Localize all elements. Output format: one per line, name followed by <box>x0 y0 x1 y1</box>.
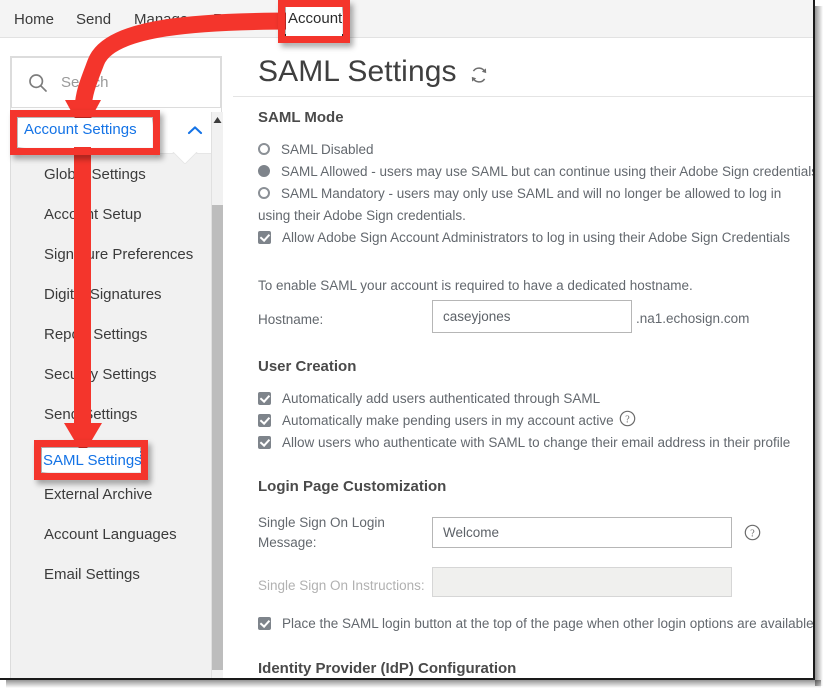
sso-message-input[interactable] <box>432 517 732 548</box>
checkbox-row-allow-admins[interactable]: Allow Adobe Sign Account Administrators … <box>258 229 790 247</box>
frame-shadow-right <box>815 6 823 686</box>
search-icon <box>28 73 48 93</box>
hostname-label: Hostname: <box>258 311 323 329</box>
checkbox-row-auto-activate-pending[interactable]: Automatically make pending users in my a… <box>258 412 614 430</box>
checkbox-label-place-saml-button: Place the SAML login button at the top o… <box>282 615 813 633</box>
nav-item-home[interactable]: Home <box>14 10 54 29</box>
checkbox-auto-add-users[interactable] <box>258 392 271 405</box>
sidebar-menu: Global Settings Account Setup Signature … <box>11 155 211 595</box>
radio-row-saml-mandatory[interactable]: SAML Mandatory - users may only use SAML… <box>258 185 781 203</box>
section-heading-idp-configuration: Identity Provider (IdP) Configuration <box>258 660 516 677</box>
sidebar-group-account-settings[interactable]: Account Settings <box>11 108 221 154</box>
sidebar-item-send-settings[interactable]: Send Settings <box>11 395 211 435</box>
sidebar-item-digital-signatures[interactable]: Digital Signatures <box>11 275 211 315</box>
section-heading-login-customization: Login Page Customization <box>258 478 446 495</box>
radio-row-saml-allowed[interactable]: SAML Allowed - users may use SAML but ca… <box>258 163 813 181</box>
radio-row-saml-disabled[interactable]: SAML Disabled <box>258 141 374 159</box>
browser-content-frame: Home Send Manage Reports Account Search … <box>0 0 815 680</box>
top-navigation-bar: Home Send Manage Reports Account <box>0 0 813 38</box>
checkbox-label-allow-admins: Allow Adobe Sign Account Administrators … <box>282 229 790 247</box>
frame-shadow-bottom <box>6 680 821 688</box>
checkbox-label-allow-email-change: Allow users who authenticate with SAML t… <box>282 434 790 452</box>
page-title: SAML Settings <box>258 55 457 89</box>
search-input-placeholder[interactable]: Search <box>61 74 109 91</box>
sidebar-item-account-languages[interactable]: Account Languages <box>11 515 211 555</box>
radio-label-saml-mandatory-wrap: using their Adobe Sign credentials. <box>258 207 466 225</box>
sidebar-item-account-setup[interactable]: Account Setup <box>11 195 211 235</box>
radio-saml-allowed[interactable] <box>258 165 270 177</box>
sidebar-item-email-settings[interactable]: Email Settings <box>11 555 211 595</box>
sidebar-item-report-settings[interactable]: Report Settings <box>11 315 211 355</box>
sidebar-item-external-archive[interactable]: External Archive <box>11 475 211 515</box>
radio-saml-disabled[interactable] <box>258 143 270 155</box>
checkbox-label-auto-activate-pending: Automatically make pending users in my a… <box>282 412 614 430</box>
page-title-row: SAML Settings <box>258 55 489 89</box>
nav-item-send[interactable]: Send <box>76 10 111 29</box>
checkbox-auto-activate-pending[interactable] <box>258 414 271 427</box>
sso-instructions-input <box>432 567 732 597</box>
nav-item-reports[interactable]: Reports <box>213 10 266 29</box>
checkbox-row-place-saml-button[interactable]: Place the SAML login button at the top o… <box>258 615 813 633</box>
checkbox-row-auto-add-users[interactable]: Automatically add users authenticated th… <box>258 390 600 408</box>
sso-message-label-line2: Message: <box>258 534 317 552</box>
help-icon-auto-activate-pending[interactable]: ? <box>619 410 636 427</box>
refresh-icon[interactable] <box>469 65 489 85</box>
sso-message-label-line1: Single Sign On Login <box>258 514 385 532</box>
hostname-suffix: .na1.echosign.com <box>636 311 749 326</box>
checkbox-row-allow-email-change[interactable]: Allow users who authenticate with SAML t… <box>258 434 790 452</box>
nav-item-account[interactable]: Account <box>288 10 342 29</box>
scroll-up-arrow-icon[interactable] <box>212 113 223 127</box>
help-icon-sso-message[interactable]: ? <box>744 524 761 541</box>
svg-text:?: ? <box>750 528 755 539</box>
svg-text:?: ? <box>625 414 630 425</box>
sidebar-scrollbar-thumb[interactable] <box>212 205 223 670</box>
radio-label-saml-allowed: SAML Allowed - users may use SAML but ca… <box>281 163 813 181</box>
main-content-pane: SAML Settings SAML Mode SAML Disabled <box>233 39 813 680</box>
checkbox-label-auto-add-users: Automatically add users authenticated th… <box>282 390 600 408</box>
sidebar-item-global-settings[interactable]: Global Settings <box>11 155 211 195</box>
radio-label-saml-disabled: SAML Disabled <box>281 141 374 159</box>
hostname-input[interactable] <box>432 300 632 333</box>
sidebar-item-signature-preferences[interactable]: Signature Preferences <box>11 235 211 275</box>
title-divider <box>233 96 813 97</box>
checkbox-place-saml-button[interactable] <box>258 617 271 630</box>
nav-item-manage[interactable]: Manage <box>134 10 188 29</box>
hostname-note: To enable SAML your account is required … <box>258 277 693 295</box>
sidebar-item-security-settings[interactable]: Security Settings <box>11 355 211 395</box>
checkbox-allow-admins[interactable] <box>258 231 271 244</box>
sidebar-item-saml-settings[interactable]: SAML Settings <box>11 435 211 475</box>
sidebar-search-box[interactable]: Search <box>11 57 221 108</box>
checkbox-allow-email-change[interactable] <box>258 436 271 449</box>
nav-active-underline <box>282 34 350 38</box>
sso-instructions-label: Single Sign On Instructions: <box>258 577 425 595</box>
section-heading-saml-mode: SAML Mode <box>258 109 344 126</box>
section-heading-user-creation: User Creation <box>258 358 356 375</box>
radio-saml-mandatory[interactable] <box>258 187 270 199</box>
chevron-up-icon[interactable] <box>187 124 203 137</box>
sidebar-group-label[interactable]: Account Settings <box>24 121 137 138</box>
radio-label-saml-mandatory: SAML Mandatory - users may only use SAML… <box>281 185 781 203</box>
screenshot-root: Home Send Manage Reports Account Search … <box>0 0 830 693</box>
